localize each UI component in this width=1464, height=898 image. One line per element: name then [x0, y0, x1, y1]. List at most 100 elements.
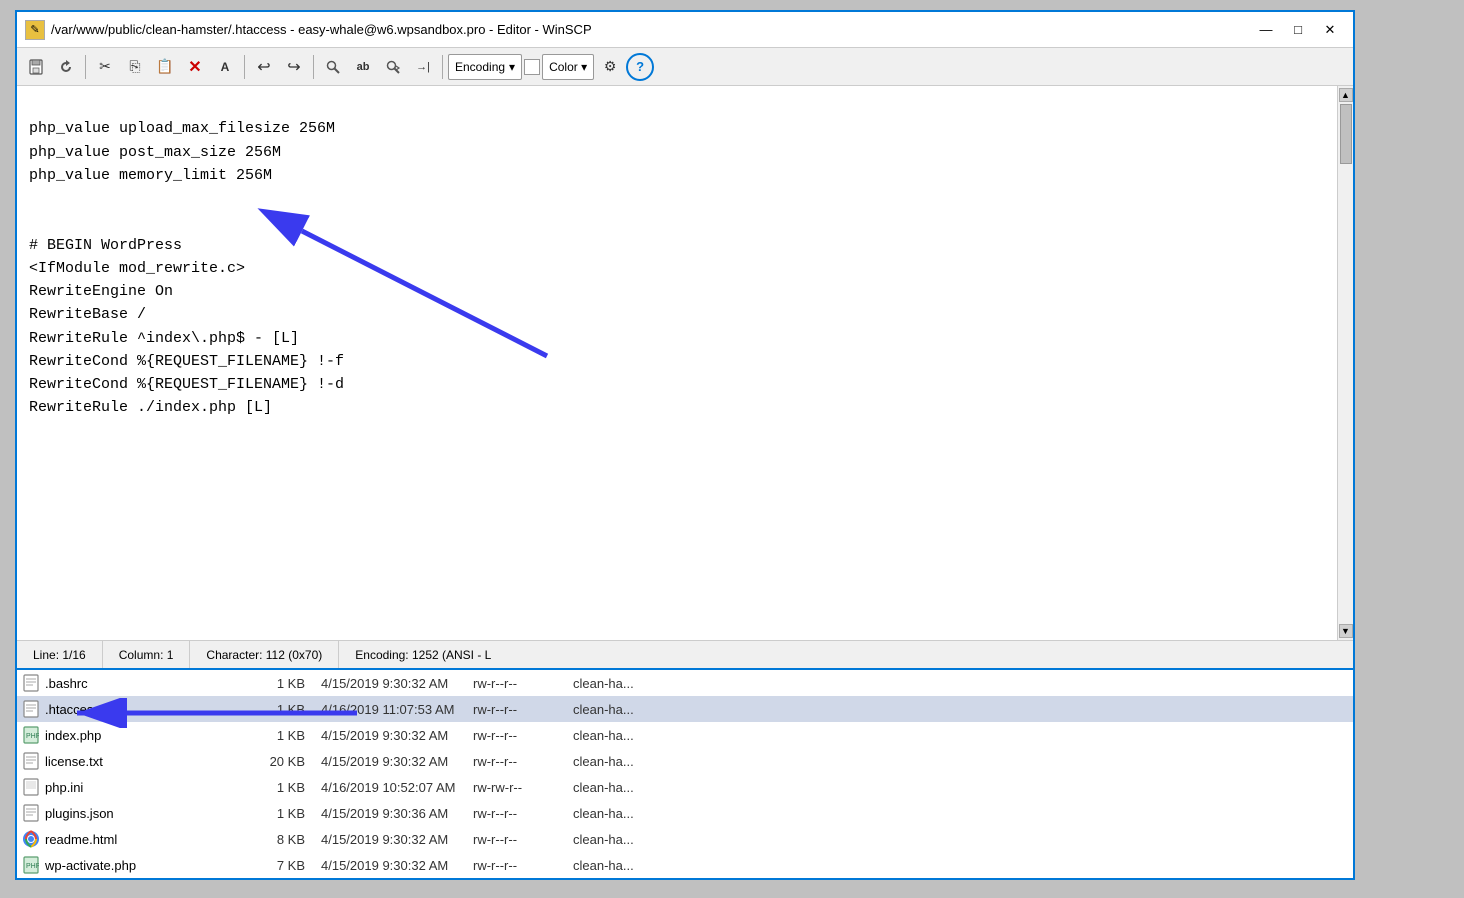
filesize-pluginsjson: 1 KB	[245, 806, 305, 821]
fileowner-readmehtml: clean-ha...	[565, 832, 665, 847]
status-character: Character: 112 (0x70)	[190, 641, 339, 668]
paste-button[interactable]: 📋	[151, 53, 179, 81]
svg-text:PHP: PHP	[26, 863, 39, 870]
file-row-wpactivate[interactable]: PHP wp-activate.php 7 KB 4/15/2019 9:30:…	[17, 852, 1353, 878]
find-next-button[interactable]	[379, 53, 407, 81]
separator-3	[313, 55, 314, 79]
fileperm-htaccess: rw-r--r--	[465, 702, 565, 717]
filedate-readmehtml: 4/15/2019 9:30:32 AM	[305, 832, 465, 847]
status-bar: Line: 1/16 Column: 1 Character: 112 (0x7…	[17, 640, 1353, 668]
file-icon-wpactivate: PHP	[21, 856, 41, 874]
filesize-htaccess: 1 KB	[245, 702, 305, 717]
filename-bashrc: .bashrc	[45, 676, 245, 691]
toolbar: ✂ ⎘ 📋 ✕ A ↩ ↪ ab →| Encoding ▾ Color ▾ ⚙…	[17, 48, 1353, 86]
code-line-13: RewriteRule ./index.php [L]	[29, 399, 272, 416]
fileperm-phpini: rw-rw-r--	[465, 780, 565, 795]
separator-4	[442, 55, 443, 79]
color-label: Color ▾	[549, 60, 587, 74]
filedate-phpini: 4/16/2019 10:52:07 AM	[305, 780, 465, 795]
fileperm-bashrc: rw-r--r--	[465, 676, 565, 691]
main-window: ✎ /var/www/public/clean-hamster/.htacces…	[15, 10, 1355, 880]
filedate-wpactivate: 4/15/2019 9:30:32 AM	[305, 858, 465, 873]
fileowner-bashrc: clean-ha...	[565, 676, 665, 691]
redo-button[interactable]: ↪	[280, 53, 308, 81]
filesize-bashrc: 1 KB	[245, 676, 305, 691]
file-icon-readmehtml	[21, 830, 41, 848]
filename-htaccess: .htaccess	[45, 702, 245, 717]
undo-button[interactable]: ↩	[250, 53, 278, 81]
code-line-7: <IfModule mod_rewrite.c>	[29, 260, 245, 277]
code-line-3: php_value memory_limit 256M	[29, 167, 272, 184]
fileowner-licensetxt: clean-ha...	[565, 754, 665, 769]
filesize-phpini: 1 KB	[245, 780, 305, 795]
color-dropdown[interactable]: Color ▾	[542, 54, 594, 80]
file-icon-bashrc	[21, 674, 41, 692]
cut-button[interactable]: ✂	[91, 53, 119, 81]
file-list: .bashrc 1 KB 4/15/2019 9:30:32 AM rw-r--…	[17, 668, 1353, 878]
maximize-button[interactable]: □	[1283, 19, 1313, 41]
encoding-dropdown[interactable]: Encoding ▾	[448, 54, 522, 80]
file-row-bashrc[interactable]: .bashrc 1 KB 4/15/2019 9:30:32 AM rw-r--…	[17, 670, 1353, 696]
separator-2	[244, 55, 245, 79]
code-editor[interactable]: php_value upload_max_filesize 256M php_v…	[17, 86, 1337, 640]
minimize-button[interactable]: —	[1251, 19, 1281, 41]
scroll-track[interactable]	[1340, 104, 1352, 622]
code-line-9: RewriteBase /	[29, 306, 146, 323]
close-button[interactable]: ✕	[1315, 19, 1345, 41]
separator-1	[85, 55, 86, 79]
code-line-2: php_value post_max_size 256M	[29, 144, 281, 161]
file-icon-pluginsjson	[21, 804, 41, 822]
save-button[interactable]	[22, 53, 50, 81]
file-row-licensetxt[interactable]: license.txt 20 KB 4/15/2019 9:30:32 AM r…	[17, 748, 1353, 774]
scroll-thumb[interactable]	[1340, 104, 1352, 164]
code-line-1: php_value upload_max_filesize 256M	[29, 120, 335, 137]
filesize-wpactivate: 7 KB	[245, 858, 305, 873]
filename-indexphp: index.php	[45, 728, 245, 743]
file-row-indexphp[interactable]: PHP index.php 1 KB 4/15/2019 9:30:32 AM …	[17, 722, 1353, 748]
vertical-scrollbar[interactable]: ▲ ▼	[1337, 86, 1353, 640]
reload-button[interactable]	[52, 53, 80, 81]
file-row-htaccess[interactable]: .htaccess 1 KB 4/16/2019 11:07:53 AM rw-…	[17, 696, 1353, 722]
encoding-label: Encoding	[455, 60, 505, 74]
editor-content[interactable]: php_value upload_max_filesize 256M php_v…	[17, 86, 1337, 640]
status-column: Column: 1	[103, 641, 191, 668]
fileowner-indexphp: clean-ha...	[565, 728, 665, 743]
code-line-11: RewriteCond %{REQUEST_FILENAME} !-f	[29, 353, 344, 370]
fileperm-indexphp: rw-r--r--	[465, 728, 565, 743]
code-line-8: RewriteEngine On	[29, 283, 173, 300]
title-bar: ✎ /var/www/public/clean-hamster/.htacces…	[17, 12, 1353, 48]
file-icon-indexphp: PHP	[21, 726, 41, 744]
file-row-readmehtml[interactable]: readme.html 8 KB 4/15/2019 9:30:32 AM rw…	[17, 826, 1353, 852]
find-button[interactable]	[319, 53, 347, 81]
file-row-phpini[interactable]: php.ini 1 KB 4/16/2019 10:52:07 AM rw-rw…	[17, 774, 1353, 800]
find-replace-button[interactable]: ab	[349, 53, 377, 81]
status-line: Line: 1/16	[17, 641, 103, 668]
delete-button[interactable]: ✕	[181, 53, 209, 81]
fileowner-pluginsjson: clean-ha...	[565, 806, 665, 821]
filedate-indexphp: 4/15/2019 9:30:32 AM	[305, 728, 465, 743]
filename-licensetxt: license.txt	[45, 754, 245, 769]
filedate-bashrc: 4/15/2019 9:30:32 AM	[305, 676, 465, 691]
help-button[interactable]: ?	[626, 53, 654, 81]
filedate-licensetxt: 4/15/2019 9:30:32 AM	[305, 754, 465, 769]
title-controls: — □ ✕	[1251, 19, 1345, 41]
file-icon-htaccess	[21, 700, 41, 718]
status-encoding: Encoding: 1252 (ANSI - L	[339, 641, 507, 668]
scroll-down-arrow[interactable]: ▼	[1339, 624, 1353, 638]
fileperm-licensetxt: rw-r--r--	[465, 754, 565, 769]
code-line-6: # BEGIN WordPress	[29, 237, 182, 254]
fileperm-wpactivate: rw-r--r--	[465, 858, 565, 873]
scroll-up-arrow[interactable]: ▲	[1339, 88, 1353, 102]
fileowner-htaccess: clean-ha...	[565, 702, 665, 717]
title-bar-left: ✎ /var/www/public/clean-hamster/.htacces…	[25, 20, 592, 40]
copy-button[interactable]: ⎘	[121, 53, 149, 81]
fileperm-readmehtml: rw-r--r--	[465, 832, 565, 847]
editor-area: php_value upload_max_filesize 256M php_v…	[17, 86, 1353, 640]
svg-text:PHP: PHP	[26, 733, 39, 740]
file-icon-phpini	[21, 778, 41, 796]
go-to-line-button[interactable]: →|	[409, 53, 437, 81]
select-all-button[interactable]: A	[211, 53, 239, 81]
file-row-pluginsjson[interactable]: plugins.json 1 KB 4/15/2019 9:30:36 AM r…	[17, 800, 1353, 826]
color-box	[524, 59, 540, 75]
settings-button[interactable]: ⚙	[596, 53, 624, 81]
